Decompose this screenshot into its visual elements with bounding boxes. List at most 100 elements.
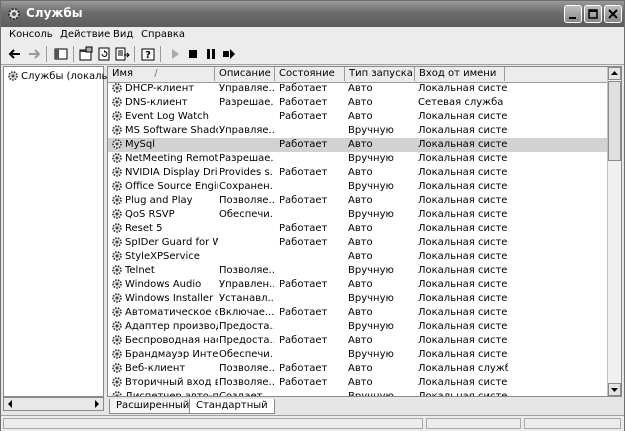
service-description	[219, 250, 274, 264]
tab-extended[interactable]: Расширенный	[109, 399, 197, 414]
help-icon[interactable]: ?	[140, 46, 156, 62]
service-description: Позволяе...	[219, 265, 274, 276]
window-title: Службы	[26, 6, 83, 20]
maximize-button[interactable]	[584, 5, 602, 23]
menu-action[interactable]: Действие	[60, 29, 110, 40]
service-startup-type: Авто	[348, 335, 373, 346]
service-name-text: Office Source Engine	[125, 181, 218, 192]
service-description	[219, 236, 274, 250]
properties-icon[interactable]	[78, 46, 94, 62]
service-status: Работает	[279, 307, 328, 318]
service-startup-type: Авто	[348, 139, 373, 150]
table-row[interactable]: Windows Audio Управлен... Работает Авто Лока…	[108, 278, 608, 292]
service-name-text: Диспетчер авто-п...	[125, 391, 218, 397]
service-startup-type: Авто	[348, 97, 373, 108]
table-row[interactable]: SpIDer Guard for W... Работает Авто Локальн…	[108, 236, 608, 250]
service-startup-type: Авто	[348, 195, 373, 206]
scroll-down-button[interactable]	[608, 383, 621, 396]
column-header-description[interactable]: Описание	[215, 67, 275, 81]
forward-arrow-icon[interactable]	[26, 46, 42, 62]
table-row[interactable]: Диспетчер авто-п...Создает ... Вручную Лок…	[108, 390, 608, 397]
menu-console[interactable]: Консоль	[9, 29, 53, 40]
service-name: Брандмауэр Интер...	[111, 348, 218, 362]
back-arrow-icon[interactable]	[7, 46, 23, 62]
service-name-text: SpIDer Guard for W...	[125, 237, 218, 248]
console-tree-icon[interactable]	[53, 46, 69, 62]
scroll-left-icon[interactable]	[6, 400, 14, 408]
gear-icon	[112, 321, 122, 331]
service-name-text: Автоматическое о...	[125, 307, 218, 318]
service-status: Работает	[279, 167, 328, 178]
service-startup-type: Вручную	[348, 349, 394, 360]
service-name-text: Reset 5	[125, 223, 163, 234]
table-row[interactable]: Event Log Watch Работает Авто Локальная сис…	[108, 110, 608, 124]
column-header-logon-as[interactable]: Вход от имени	[415, 67, 505, 81]
minimize-button[interactable]	[564, 5, 582, 23]
service-name: MS Software Shado...	[111, 124, 218, 138]
table-row[interactable]: DHCP-клиент Управляе... Работает Авто Локаль…	[108, 82, 608, 96]
gear-icon	[112, 167, 122, 177]
service-startup-type: Авто	[348, 223, 373, 234]
service-name: Веб-клиент	[111, 362, 218, 376]
tree-horizontal-scrollbar[interactable]	[3, 397, 104, 411]
menu-help[interactable]: Справка	[141, 29, 185, 40]
table-row[interactable]: Беспроводная нас...Предоста... Работает Ав…	[108, 334, 608, 348]
service-name-text: Веб-клиент	[125, 363, 186, 374]
gear-icon	[112, 293, 122, 303]
table-row[interactable]: Автоматическое о...Включае... Работает Авт…	[108, 306, 608, 320]
gear-icon	[112, 181, 122, 191]
scroll-right-icon[interactable]	[93, 400, 101, 408]
table-row[interactable]: Plug and Play Позволяе... Работает Авто Лока…	[108, 194, 608, 208]
status-bar	[1, 415, 624, 431]
table-row[interactable]: Windows Installer Устанавл... Вручную Локал…	[108, 292, 608, 306]
stop-icon[interactable]	[185, 46, 201, 62]
table-row[interactable]: Reset 5 Работает Авто Локальная система	[108, 222, 608, 236]
service-name-text: DNS-клиент	[125, 97, 188, 108]
service-description: Обеспечи...	[219, 349, 274, 360]
service-startup-type: Вручную	[348, 181, 394, 192]
gear-icon	[112, 223, 122, 233]
list-vertical-scrollbar[interactable]	[607, 67, 621, 396]
table-row[interactable]: MySql Работает Авто Локальная система	[108, 138, 608, 152]
console-tree-pane: Службы (локальны	[3, 66, 122, 397]
title-bar[interactable]: Службы	[1, 1, 624, 27]
gear-icon	[112, 111, 122, 121]
service-description	[219, 138, 274, 152]
column-header-status[interactable]: Состояние	[275, 67, 345, 81]
close-button[interactable]	[604, 5, 622, 23]
table-row[interactable]: NetMeeting Remote...Разрешае... Вручную Ло…	[108, 152, 608, 166]
service-description: Provides s...	[219, 167, 274, 178]
scroll-up-button[interactable]	[608, 67, 621, 80]
service-logon-as: Локальная система	[418, 83, 508, 94]
table-row[interactable]: DNS-клиент Разрешае... Работает Авто Сетевая…	[108, 96, 608, 110]
scroll-thumb[interactable]	[608, 81, 621, 161]
service-status	[279, 180, 344, 194]
table-row[interactable]: Веб-клиент Позволяе... Работает Авто Локальн…	[108, 362, 608, 376]
refresh-icon[interactable]	[96, 46, 112, 62]
restart-icon[interactable]	[221, 46, 237, 62]
service-name: QoS RSVP	[111, 208, 218, 222]
table-row[interactable]: MS Software Shado...Управляе... Вручную Ло…	[108, 124, 608, 138]
services-window: Службы Консоль Действие Вид Справка ? Сл…	[0, 0, 625, 431]
service-logon-as: Локальная система	[418, 209, 508, 220]
column-header-name[interactable]: Имя /	[108, 67, 215, 81]
table-row[interactable]: Вторичный вход в ...Позволяе... Работает А…	[108, 376, 608, 390]
table-row[interactable]: Telnet Позволяе... Вручную Локальная систем…	[108, 264, 608, 278]
table-row[interactable]: StyleXPService Авто Локальная система	[108, 250, 608, 264]
service-name-text: Брандмауэр Интер...	[125, 349, 218, 360]
menu-view[interactable]: Вид	[113, 29, 133, 40]
service-startup-type: Вручную	[348, 391, 394, 397]
play-icon[interactable]	[167, 46, 183, 62]
tree-item-services-local[interactable]: Службы (локальны	[7, 70, 122, 82]
table-row[interactable]: QoS RSVP Обеспечи... Вручную Локальная сист…	[108, 208, 608, 222]
table-row[interactable]: NVIDIA Display Driv...Provides s... Работ…	[108, 166, 608, 180]
table-row[interactable]: Адаптер производ...Предоста... Вручную Лок…	[108, 320, 608, 334]
pause-icon[interactable]	[203, 46, 219, 62]
column-header-startup-type[interactable]: Тип запуска	[345, 67, 415, 81]
tab-standard[interactable]: Стандартный	[189, 399, 275, 414]
export-list-icon[interactable]	[114, 46, 130, 62]
sort-indicator: /	[154, 68, 158, 79]
table-row[interactable]: Брандмауэр Интер...Обеспечи... Вручную Лок…	[108, 348, 608, 362]
table-row[interactable]: Office Source EngineСохранен... Вручную Ло…	[108, 180, 608, 194]
service-name-text: Windows Audio	[125, 279, 202, 290]
